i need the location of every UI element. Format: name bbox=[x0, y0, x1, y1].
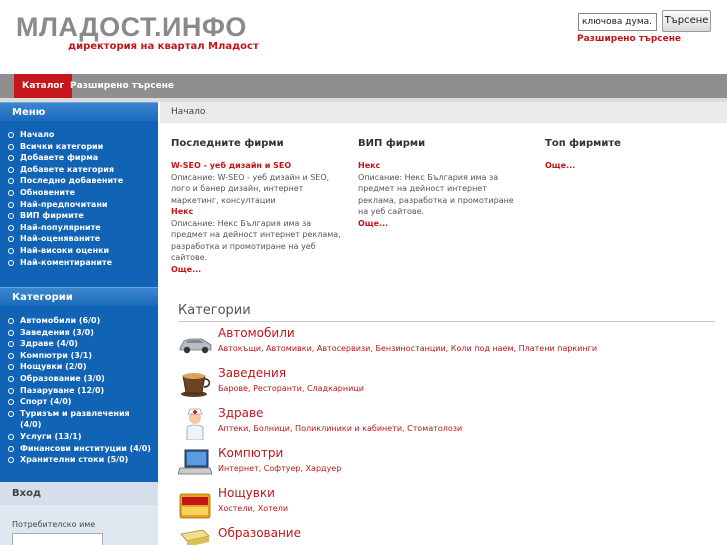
firm-description: Описание: Некс България има за предмет н… bbox=[171, 218, 341, 263]
category-name-link[interactable]: Здраве bbox=[218, 406, 263, 420]
category-subcategories[interactable]: Аптеки, Болници, Поликлиники и кабинети,… bbox=[218, 424, 462, 433]
advanced-search-link[interactable]: Разширено търсене bbox=[577, 34, 681, 44]
top-firms: Топ фирмите Още... bbox=[545, 138, 725, 172]
category-name-link[interactable]: Образование bbox=[218, 526, 301, 540]
vip-firms: ВИП фирми Некс Описание: Некс България и… bbox=[358, 138, 523, 229]
sidebar-category-shopping[interactable]: Пазаруване (12/0) bbox=[8, 385, 151, 397]
sidebar-category-finance[interactable]: Финансови институции (4/0) bbox=[8, 443, 151, 455]
main-content: Начало Последните фирми W-SEO - уеб диза… bbox=[160, 102, 727, 545]
sidebar-category-sport[interactable]: Спорт (4/0) bbox=[8, 396, 151, 408]
menu-item-top-rated[interactable]: Най-високи оценки bbox=[8, 245, 123, 257]
menu-item-all-categories[interactable]: Всички категории bbox=[8, 141, 123, 153]
sidebar-category-auto[interactable]: Автомобили (6/0) bbox=[8, 315, 151, 327]
top-more-link[interactable]: Още... bbox=[545, 160, 725, 172]
sidebar-category-tourism-count[interactable]: (4/0) bbox=[8, 419, 151, 431]
category-item-auto: Автомобили Автокъщи, Автомивки, Автосерв… bbox=[178, 326, 718, 366]
sidebar-category-list: Автомобили (6/0) Заведения (3/0) Здраве … bbox=[8, 315, 151, 466]
search-button[interactable]: Търсене bbox=[662, 10, 711, 32]
top-firms-title: Топ фирмите bbox=[545, 138, 621, 149]
menu-heading: Меню bbox=[0, 102, 158, 121]
category-item-education: Образование bbox=[178, 526, 718, 545]
sidebar-category-services[interactable]: Услуги (13/1) bbox=[8, 431, 151, 443]
sidebar-category-venues[interactable]: Заведения (3/0) bbox=[8, 327, 151, 339]
category-subcategories[interactable]: Барове, Ресторанти, Сладкарници bbox=[218, 384, 364, 393]
category-item-computers: Компютри Интернет, Софтуер, Хардуер bbox=[178, 446, 718, 486]
username-input[interactable] bbox=[12, 533, 103, 545]
latest-firms-title: Последните фирми bbox=[171, 138, 284, 149]
book-icon[interactable] bbox=[178, 526, 212, 545]
firm-name-link[interactable]: Некс bbox=[358, 160, 523, 172]
category-name-link[interactable]: Заведения bbox=[218, 366, 286, 380]
menu-item-updated[interactable]: Обновените bbox=[8, 187, 123, 199]
site-tagline: директория на квартал Младост bbox=[68, 41, 259, 52]
bed-icon[interactable] bbox=[178, 486, 212, 520]
category-name-link[interactable]: Автомобили bbox=[218, 326, 295, 340]
latest-firms: Последните фирми W-SEO - уеб дизайн и SE… bbox=[171, 138, 341, 275]
firm-name-link[interactable]: W-SEO - уеб дизайн и SEO bbox=[171, 160, 341, 172]
category-item-health: Здраве Аптеки, Болници, Поликлиники и ка… bbox=[178, 406, 718, 446]
sidebar-category-health[interactable]: Здраве (4/0) bbox=[8, 338, 151, 350]
sidebar-category-lodging[interactable]: Нощувки (2/0) bbox=[8, 361, 151, 373]
category-subcategories[interactable]: Автокъщи, Автомивки, Автосервизи, Бензин… bbox=[218, 344, 597, 353]
sidebar-category-tourism[interactable]: Туризъм и развлечения bbox=[8, 408, 151, 420]
menu-item-add-category[interactable]: Добавете категория bbox=[8, 164, 123, 176]
header: МЛАДОСТ.ИНФО директория на квартал Младо… bbox=[0, 0, 727, 74]
search-input[interactable] bbox=[578, 13, 657, 31]
breadcrumb[interactable]: Начало bbox=[160, 102, 727, 123]
firm-name-link[interactable]: Некс bbox=[171, 206, 341, 218]
login-heading: Вход bbox=[0, 482, 158, 505]
latest-more-link[interactable]: Още... bbox=[171, 264, 341, 276]
menu-item-home[interactable]: Начало bbox=[8, 129, 123, 141]
coffee-icon[interactable] bbox=[178, 366, 212, 400]
category-name-link[interactable]: Компютри bbox=[218, 446, 283, 460]
sidebar-category-education[interactable]: Образование (3/0) bbox=[8, 373, 151, 385]
tab-advanced-search[interactable]: Разширено търсене bbox=[62, 74, 182, 98]
menu-item-most-commented[interactable]: Най-коментираните bbox=[8, 257, 123, 269]
login-box: Вход Потребителско име bbox=[0, 482, 158, 545]
menu-item-latest[interactable]: Последно добавените bbox=[8, 175, 123, 187]
category-name-link[interactable]: Нощувки bbox=[218, 486, 275, 500]
nurse-icon[interactable] bbox=[178, 406, 212, 440]
menu-item-popular[interactable]: Най-популярните bbox=[8, 222, 123, 234]
vip-more-link[interactable]: Още... bbox=[358, 218, 523, 230]
category-item-venues: Заведения Барове, Ресторанти, Сладкарниц… bbox=[178, 366, 718, 406]
category-subcategories[interactable]: Хостели, Хотели bbox=[218, 504, 288, 513]
tab-bar: Каталог Разширено търсене bbox=[0, 74, 727, 98]
category-subcategories[interactable]: Интернет, Софтуер, Хардуер bbox=[218, 464, 341, 473]
username-label: Потребителско име bbox=[12, 520, 96, 529]
menu-list: Начало Всички категории Добавете фирма Д… bbox=[8, 129, 123, 268]
categories-heading: Категории bbox=[0, 287, 158, 306]
laptop-icon[interactable] bbox=[178, 446, 212, 480]
menu-item-preferred[interactable]: Най-предпочитани bbox=[8, 199, 123, 211]
firm-description: Описание: Некс България има за предмет н… bbox=[358, 172, 514, 217]
category-item-lodging: Нощувки Хостели, Хотели bbox=[178, 486, 718, 526]
site-title[interactable]: МЛАДОСТ.ИНФО bbox=[16, 12, 247, 43]
categories-title: Категории bbox=[178, 303, 251, 318]
sidebar-category-computers[interactable]: Компютри (3/1) bbox=[8, 350, 151, 362]
categories-divider bbox=[178, 321, 715, 322]
sidebar-category-groceries[interactable]: Хранителни стоки (5/0) bbox=[8, 454, 151, 466]
sidebar: Меню Начало Всички категории Добавете фи… bbox=[0, 102, 158, 545]
menu-item-most-rated[interactable]: Най-оценяваните bbox=[8, 233, 123, 245]
car-icon[interactable] bbox=[178, 326, 212, 360]
firm-description: Описание: W-SEO - уеб дизайн и SEO, лого… bbox=[171, 172, 330, 205]
menu-item-vip[interactable]: ВИП фирмите bbox=[8, 210, 123, 222]
menu-item-add-firm[interactable]: Добавете фирма bbox=[8, 152, 123, 164]
vip-firms-title: ВИП фирми bbox=[358, 138, 426, 149]
